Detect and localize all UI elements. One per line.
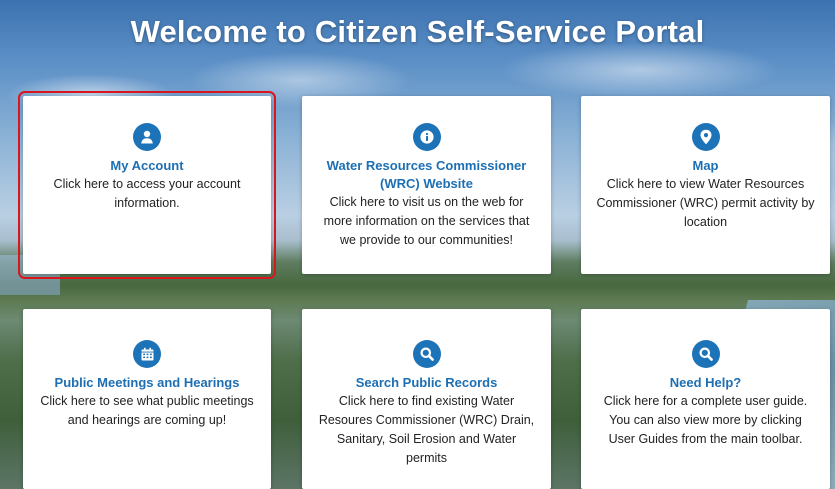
- search-icon: [412, 340, 441, 368]
- wrc-website-card[interactable]: Water Resources Commissioner (WRC) Websi…: [302, 96, 551, 274]
- map-pin-icon: [691, 123, 720, 151]
- map-card[interactable]: Map Click here to view Water Resources C…: [581, 96, 830, 274]
- user-icon: [133, 123, 161, 151]
- page-title: Welcome to Citizen Self-Service Portal: [130, 14, 705, 49]
- card-title: Water Resources Commissioner (WRC) Websi…: [326, 158, 527, 191]
- info-icon: [412, 123, 441, 151]
- public-meetings-card[interactable]: Public Meetings and Hearings Click here …: [23, 309, 271, 489]
- card-title: Search Public Records: [355, 375, 498, 390]
- my-account-card[interactable]: My Account Click here to access your acc…: [18, 91, 276, 279]
- card-description: Click here to view Water Resources Commi…: [596, 177, 815, 229]
- card-description: Click here for a complete user guide. Yo…: [603, 394, 808, 446]
- card-description: Click here to access your account inform…: [53, 177, 241, 210]
- card-title: Need Help?: [669, 375, 742, 390]
- card-description: Click here to see what public meetings a…: [40, 394, 254, 427]
- search-icon: [691, 340, 720, 368]
- card-description: Click here to visit us on the web for mo…: [323, 195, 530, 247]
- card-description: Click here to find existing Water Resour…: [318, 394, 535, 465]
- card-title: My Account: [110, 158, 184, 173]
- card-title: Public Meetings and Hearings: [54, 375, 240, 390]
- card-title: Map: [692, 158, 719, 173]
- calendar-icon: [133, 340, 161, 368]
- need-help-card[interactable]: Need Help? Click here for a complete use…: [581, 309, 830, 489]
- search-public-records-card[interactable]: Search Public Records Click here to find…: [302, 309, 551, 489]
